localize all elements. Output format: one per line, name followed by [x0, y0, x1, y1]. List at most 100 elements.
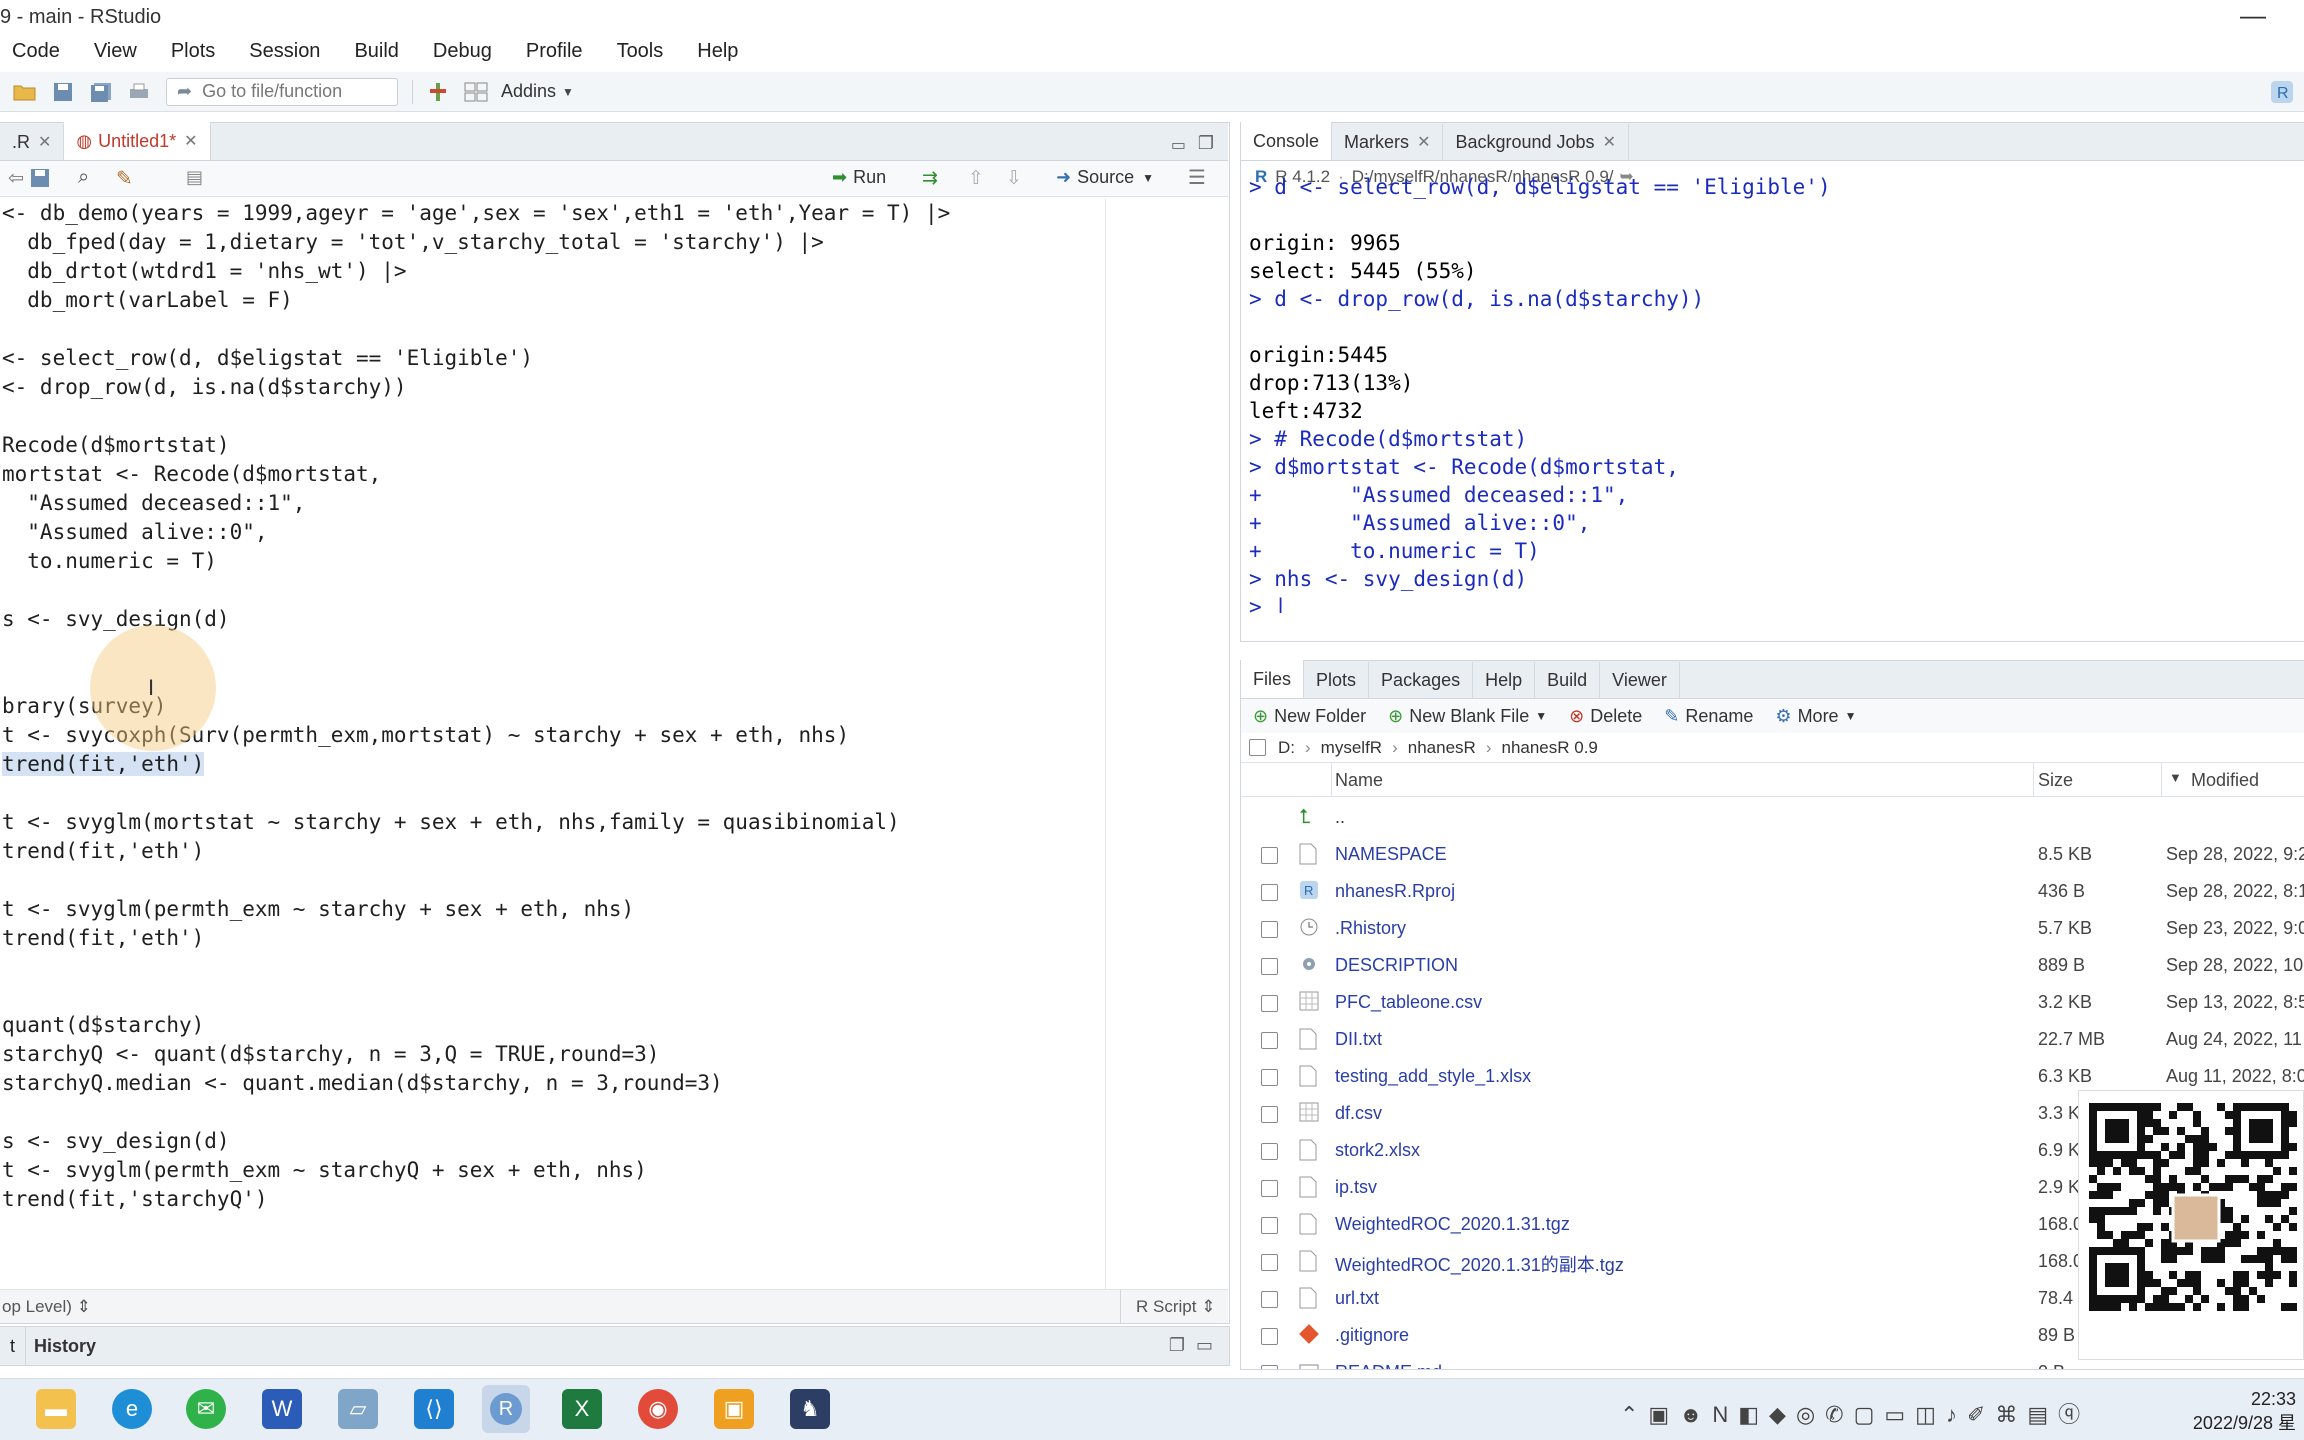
breadcrumb-item[interactable]: myselfR	[1321, 738, 1382, 758]
file-checkbox[interactable]	[1261, 1032, 1278, 1049]
column-name[interactable]: Name	[1335, 770, 1383, 791]
new-blank-file-button[interactable]: ⊕ New Blank File ▼	[1388, 706, 1547, 727]
file-row[interactable]: NAMESPACE 8.5 KB Sep 28, 2022, 9:2	[1241, 836, 2304, 873]
file-name[interactable]: DESCRIPTION	[1335, 955, 1458, 976]
file-row[interactable]: DESCRIPTION 889 B Sep 28, 2022, 10	[1241, 947, 2304, 984]
file-checkbox[interactable]	[1261, 1106, 1278, 1123]
system-tray-icons[interactable]: ⌃▣☻N◧◆◎✆▢▭◫♪✐⌘▤ⓠ	[1620, 1397, 2090, 1429]
back-arrow-icon[interactable]: ⇦	[8, 167, 24, 190]
tab-viewer[interactable]: Viewer	[1600, 662, 1680, 698]
file-name[interactable]: WeightedROC_2020.1.31.tgz	[1335, 1214, 1570, 1235]
column-size[interactable]: Size	[2038, 770, 2073, 791]
file-row[interactable]: .Rhistory 5.7 KB Sep 23, 2022, 9:0	[1241, 910, 2304, 947]
scope-selector[interactable]: op Level) ⇕	[2, 1297, 91, 1317]
file-name[interactable]: nhanesR.Rproj	[1335, 881, 1455, 902]
file-name[interactable]: DII.txt	[1335, 1029, 1382, 1050]
file-checkbox[interactable]	[1261, 1328, 1278, 1345]
save-icon[interactable]	[30, 168, 50, 194]
menu-session[interactable]: Session	[237, 40, 332, 63]
tab-build[interactable]: Build	[1535, 662, 1601, 698]
cat-app-icon[interactable]: ♞	[790, 1389, 830, 1429]
source-button[interactable]: ➜ Source ▼	[1056, 167, 1154, 188]
project-r-icon[interactable]: R	[2270, 80, 2294, 110]
git-icon[interactable]	[425, 79, 451, 105]
tab-background-jobs[interactable]: Background Jobs ✕	[1443, 124, 1629, 160]
save-all-icon[interactable]	[88, 79, 114, 105]
file-name[interactable]: url.txt	[1335, 1288, 1379, 1309]
console-output[interactable]: > d <- select_row(d, d$eligstat == 'Elig…	[1249, 173, 2299, 613]
minimize-pane-icon[interactable]: ❐	[1169, 1335, 1185, 1356]
tab-plots[interactable]: Plots	[1304, 662, 1370, 698]
parent-directory-row[interactable]: ⮤..	[1241, 799, 2304, 836]
file-checkbox[interactable]	[1261, 1365, 1278, 1369]
select-all-checkbox[interactable]	[1249, 739, 1266, 756]
tab-files[interactable]: Files	[1241, 660, 1305, 698]
tab-console[interactable]: Console	[1241, 122, 1333, 160]
menu-help[interactable]: Help	[685, 40, 750, 63]
search-icon[interactable]: ⌕	[78, 166, 89, 189]
outline-menu-icon[interactable]: ☰	[1188, 165, 1206, 190]
menu-view[interactable]: View	[82, 40, 149, 63]
down-arrow-icon[interactable]: ⇩	[1006, 167, 1022, 190]
menu-tools[interactable]: Tools	[605, 40, 676, 63]
app-icon[interactable]: ▣	[714, 1389, 754, 1429]
more-button[interactable]: ⚙ More ▼	[1775, 706, 1856, 727]
rename-button[interactable]: ✎ Rename	[1664, 706, 1753, 727]
notes-app-icon[interactable]: ▱	[338, 1389, 378, 1429]
magic-wand-icon[interactable]: ✎	[116, 166, 133, 191]
file-name[interactable]: .Rhistory	[1335, 918, 1406, 939]
file-checkbox[interactable]	[1261, 847, 1278, 864]
file-name[interactable]: .gitignore	[1335, 1325, 1409, 1346]
file-checkbox[interactable]	[1261, 884, 1278, 901]
menu-plots[interactable]: Plots	[159, 40, 227, 63]
file-row[interactable]: DII.txt 22.7 MB Aug 24, 2022, 11	[1241, 1021, 2304, 1058]
tab-help[interactable]: Help	[1473, 662, 1536, 698]
file-name[interactable]: NAMESPACE	[1335, 844, 1447, 865]
excel-icon[interactable]: X	[562, 1389, 602, 1429]
file-name[interactable]: WeightedROC_2020.1.31的副本.tgz	[1335, 1251, 1624, 1277]
file-checkbox[interactable]	[1261, 1254, 1278, 1271]
file-checkbox[interactable]	[1261, 1291, 1278, 1308]
vscode-icon[interactable]: ⟨⟩	[414, 1389, 454, 1429]
rstudio-taskbar-icon[interactable]: R	[482, 1385, 530, 1433]
tab-packages[interactable]: Packages	[1369, 662, 1474, 698]
file-checkbox[interactable]	[1261, 995, 1278, 1012]
tab-r-file[interactable]: .R ✕	[0, 124, 65, 160]
open-file-icon[interactable]	[12, 79, 38, 105]
maximize-pane-icon[interactable]: ❐	[1198, 133, 1214, 154]
file-name[interactable]: testing_add_style_1.xlsx	[1335, 1066, 1531, 1087]
save-icon[interactable]	[50, 79, 76, 105]
word-icon[interactable]: W	[262, 1389, 302, 1429]
minimize-pane-icon[interactable]: ▭	[1171, 135, 1186, 155]
file-row[interactable]: PFC_tableone.csv 3.2 KB Sep 13, 2022, 8:5	[1241, 984, 2304, 1021]
close-icon[interactable]: ✕	[1417, 132, 1430, 152]
file-name[interactable]: stork2.xlsx	[1335, 1140, 1420, 1161]
file-explorer-icon[interactable]: ▬	[36, 1389, 76, 1429]
tab-untitled1[interactable]: ◍ Untitled1* ✕	[64, 122, 211, 160]
breadcrumb-item[interactable]: D:	[1278, 738, 1295, 758]
menu-profile[interactable]: Profile	[514, 40, 595, 63]
up-arrow-icon[interactable]: ⇧	[968, 167, 984, 190]
file-checkbox[interactable]	[1261, 921, 1278, 938]
rerun-icon[interactable]: ⇉	[922, 167, 938, 190]
file-name[interactable]: ip.tsv	[1335, 1177, 1377, 1198]
breadcrumb-item[interactable]: nhanesR	[1408, 738, 1476, 758]
file-checkbox[interactable]	[1261, 1217, 1278, 1234]
wechat-icon[interactable]: ✉	[186, 1389, 226, 1429]
run-button[interactable]: ➡ Run	[832, 167, 886, 188]
menu-debug[interactable]: Debug	[421, 40, 504, 63]
tab-history[interactable]: History	[22, 1327, 108, 1365]
edge-browser-icon[interactable]: e	[112, 1389, 152, 1429]
goto-file-input[interactable]: ➦ Go to file/function	[166, 77, 398, 106]
tab-markers[interactable]: Markers ✕	[1332, 124, 1444, 160]
breadcrumb-item[interactable]: nhanesR 0.9	[1501, 738, 1597, 758]
clock[interactable]: 22:33 2022/9/28 星	[2193, 1387, 2296, 1435]
file-checkbox[interactable]	[1261, 1180, 1278, 1197]
menu-build[interactable]: Build	[342, 40, 410, 63]
maximize-pane-icon[interactable]: ▭	[1196, 1335, 1213, 1356]
chrome-icon[interactable]: ◉	[638, 1389, 678, 1429]
file-checkbox[interactable]	[1261, 958, 1278, 975]
file-name[interactable]: README.md	[1335, 1362, 1442, 1369]
file-name[interactable]: df.csv	[1335, 1103, 1382, 1124]
new-folder-button[interactable]: ⊕ New Folder	[1253, 706, 1366, 727]
